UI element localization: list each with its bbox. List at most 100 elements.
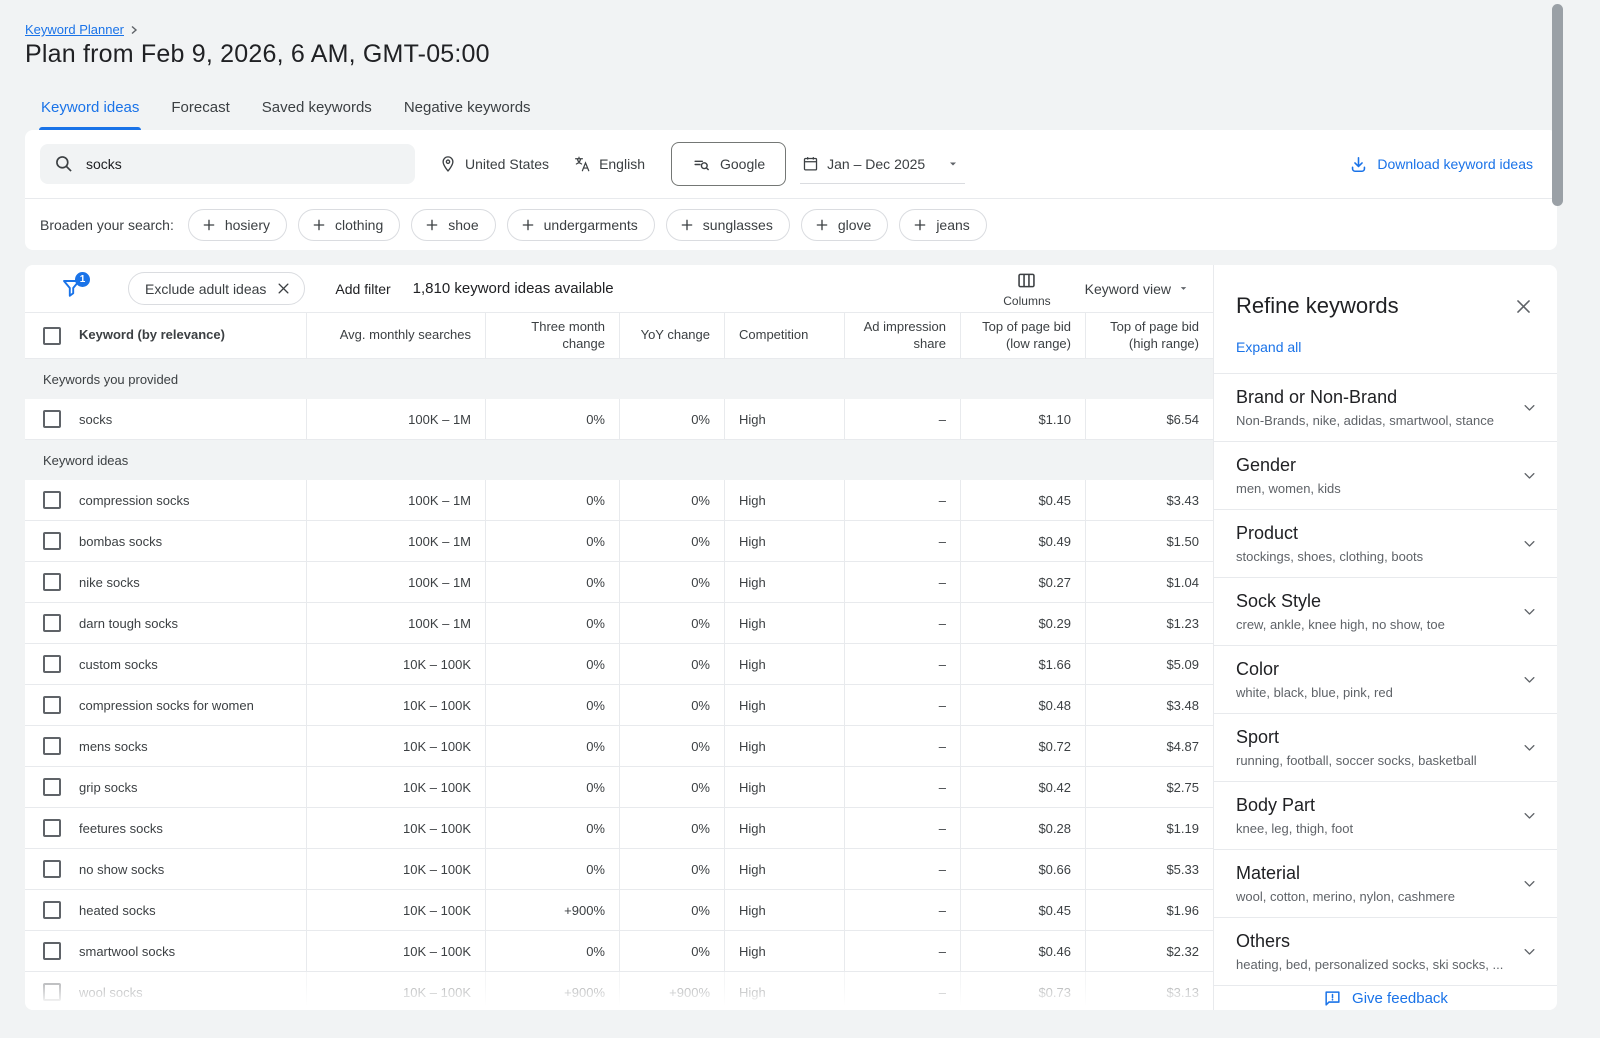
- breadcrumb-chevron-icon: [129, 25, 139, 35]
- table-row[interactable]: smartwool socks10K – 100K0%0%High–$0.46$…: [25, 931, 1213, 972]
- row-checkbox[interactable]: [43, 860, 61, 878]
- row-checkbox[interactable]: [43, 819, 61, 837]
- cell-competition: High: [725, 399, 845, 439]
- table-row[interactable]: no show socks10K – 100K0%0%High–$0.66$5.…: [25, 849, 1213, 890]
- refine-section-others[interactable]: Othersheating, bed, personalized socks, …: [1214, 917, 1557, 985]
- row-checkbox[interactable]: [43, 901, 61, 919]
- refine-section-subtitle: heating, bed, personalized socks, ski so…: [1236, 957, 1503, 972]
- tab-saved-keywords[interactable]: Saved keywords: [246, 87, 388, 130]
- table-section-header: Keyword ideas: [25, 440, 1213, 480]
- broaden-chip-shoe[interactable]: shoe: [411, 209, 495, 241]
- table-row[interactable]: compression socks for women10K – 100K0%0…: [25, 685, 1213, 726]
- broaden-chip-sunglasses[interactable]: sunglasses: [666, 209, 790, 241]
- cell-competition: High: [725, 767, 845, 807]
- keyword-search-box[interactable]: [40, 144, 415, 184]
- keyword-text: grip socks: [79, 780, 138, 795]
- refine-panel-title: Refine keywords: [1236, 293, 1399, 319]
- row-checkbox[interactable]: [43, 737, 61, 755]
- give-feedback-button[interactable]: Give feedback: [1214, 985, 1557, 1010]
- broaden-chip-glove[interactable]: glove: [801, 209, 888, 241]
- filter-button[interactable]: 1: [60, 276, 86, 302]
- column-header-1[interactable]: Avg. monthly searches: [307, 313, 486, 358]
- select-all-checkbox[interactable]: [43, 327, 61, 345]
- exclude-adult-ideas-chip[interactable]: Exclude adult ideas: [128, 272, 305, 305]
- broaden-chip-hosiery[interactable]: hosiery: [188, 209, 287, 241]
- table-row[interactable]: custom socks10K – 100K0%0%High–$1.66$5.0…: [25, 644, 1213, 685]
- table-row[interactable]: grip socks10K – 100K0%0%High–$0.42$2.75: [25, 767, 1213, 808]
- column-header-0[interactable]: Keyword (by relevance): [25, 313, 307, 358]
- cell-avg-monthly-searches: 10K – 100K: [307, 726, 486, 766]
- cell-ad-impression-share: –: [845, 931, 961, 971]
- table-row[interactable]: heated socks10K – 100K+900%0%High–$0.45$…: [25, 890, 1213, 931]
- add-filter-button[interactable]: Add filter: [335, 281, 390, 297]
- cell-yoy-change: 0%: [620, 726, 725, 766]
- keyword-view-label: Keyword view: [1085, 281, 1171, 297]
- tab-negative-keywords[interactable]: Negative keywords: [388, 87, 547, 130]
- search-input[interactable]: [86, 156, 386, 172]
- refine-section-color[interactable]: Colorwhite, black, blue, pink, red: [1214, 645, 1557, 713]
- column-header-2[interactable]: Three month change: [486, 313, 620, 358]
- row-checkbox[interactable]: [43, 491, 61, 509]
- column-header-5[interactable]: Ad impression share: [845, 313, 961, 358]
- refine-section-sock-style[interactable]: Sock Stylecrew, ankle, knee high, no sho…: [1214, 577, 1557, 645]
- refine-section-title: Brand or Non-Brand: [1236, 387, 1494, 408]
- table-row[interactable]: compression socks100K – 1M0%0%High–$0.45…: [25, 480, 1213, 521]
- network-selector[interactable]: Google: [671, 142, 786, 186]
- expand-all-link[interactable]: Expand all: [1214, 319, 1557, 373]
- column-header-4[interactable]: Competition: [725, 313, 845, 358]
- broaden-chip-undergarments[interactable]: undergarments: [507, 209, 655, 241]
- breadcrumb-link[interactable]: Keyword Planner: [25, 22, 124, 37]
- plus-icon: [311, 217, 327, 233]
- vertical-scrollbar-thumb[interactable]: [1552, 4, 1563, 206]
- download-keyword-ideas-button[interactable]: Download keyword ideas: [1349, 155, 1533, 174]
- column-header-3[interactable]: YoY change: [620, 313, 725, 358]
- feedback-icon: [1323, 989, 1342, 1008]
- table-row[interactable]: darn tough socks100K – 1M0%0%High–$0.29$…: [25, 603, 1213, 644]
- broaden-chip-jeans[interactable]: jeans: [899, 209, 986, 241]
- column-header-6[interactable]: Top of page bid (low range): [961, 313, 1086, 358]
- row-checkbox[interactable]: [43, 410, 61, 428]
- table-row[interactable]: mens socks10K – 100K0%0%High–$0.72$4.87: [25, 726, 1213, 767]
- keyword-text: nike socks: [79, 575, 140, 590]
- table-row[interactable]: wool socks10K – 100K+900%+900%High–$0.73…: [25, 972, 1213, 1010]
- broaden-chip-list: hosiery clothing shoe undergarments sunglass…: [188, 209, 987, 241]
- table-body: Keywords you providedsocks100K – 1M0%0%H…: [25, 359, 1213, 1010]
- refine-section-sport[interactable]: Sportrunning, football, soccer socks, ba…: [1214, 713, 1557, 781]
- refine-section-brand-or-non-brand[interactable]: Brand or Non-BrandNon-Brands, nike, adid…: [1214, 373, 1557, 441]
- table-row[interactable]: feetures socks10K – 100K0%0%High–$0.28$1…: [25, 808, 1213, 849]
- tab-forecast[interactable]: Forecast: [155, 87, 245, 130]
- cell-top-of-page-bid-high: $1.04: [1086, 562, 1213, 602]
- columns-button[interactable]: Columns: [1003, 270, 1050, 308]
- location-selector[interactable]: United States: [439, 155, 549, 173]
- refine-section-body-part[interactable]: Body Partknee, leg, thigh, foot: [1214, 781, 1557, 849]
- cell-keyword: bombas socks: [25, 521, 307, 561]
- column-header-7[interactable]: Top of page bid (high range): [1086, 313, 1213, 358]
- row-checkbox[interactable]: [43, 655, 61, 673]
- cell-avg-monthly-searches: 100K – 1M: [307, 603, 486, 643]
- table-row[interactable]: nike socks100K – 1M0%0%High–$0.27$1.04: [25, 562, 1213, 603]
- row-checkbox[interactable]: [43, 942, 61, 960]
- chevron-down-icon: [1522, 536, 1537, 551]
- row-checkbox[interactable]: [43, 532, 61, 550]
- refine-section-material[interactable]: Materialwool, cotton, merino, nylon, cas…: [1214, 849, 1557, 917]
- date-range-selector[interactable]: Jan – Dec 2025: [800, 144, 965, 184]
- refine-section-title: Sport: [1236, 727, 1477, 748]
- row-checkbox[interactable]: [43, 696, 61, 714]
- row-checkbox[interactable]: [43, 778, 61, 796]
- row-checkbox[interactable]: [43, 614, 61, 632]
- row-checkbox[interactable]: [43, 573, 61, 591]
- tab-keyword-ideas[interactable]: Keyword ideas: [25, 87, 155, 130]
- cell-three-month-change: 0%: [486, 399, 620, 439]
- refine-section-product[interactable]: Productstockings, shoes, clothing, boots: [1214, 509, 1557, 577]
- table-row[interactable]: socks100K – 1M0%0%High–$1.10$6.54: [25, 399, 1213, 440]
- close-panel-icon[interactable]: [1514, 297, 1533, 316]
- language-selector[interactable]: English: [573, 155, 645, 173]
- row-checkbox[interactable]: [43, 983, 61, 1001]
- table-row[interactable]: bombas socks100K – 1M0%0%High–$0.49$1.50: [25, 521, 1213, 562]
- keyword-view-dropdown[interactable]: Keyword view: [1085, 281, 1189, 297]
- cell-yoy-change: 0%: [620, 685, 725, 725]
- close-icon[interactable]: [276, 281, 291, 296]
- feedback-label: Give feedback: [1352, 990, 1448, 1007]
- refine-section-gender[interactable]: Gendermen, women, kids: [1214, 441, 1557, 509]
- broaden-chip-clothing[interactable]: clothing: [298, 209, 400, 241]
